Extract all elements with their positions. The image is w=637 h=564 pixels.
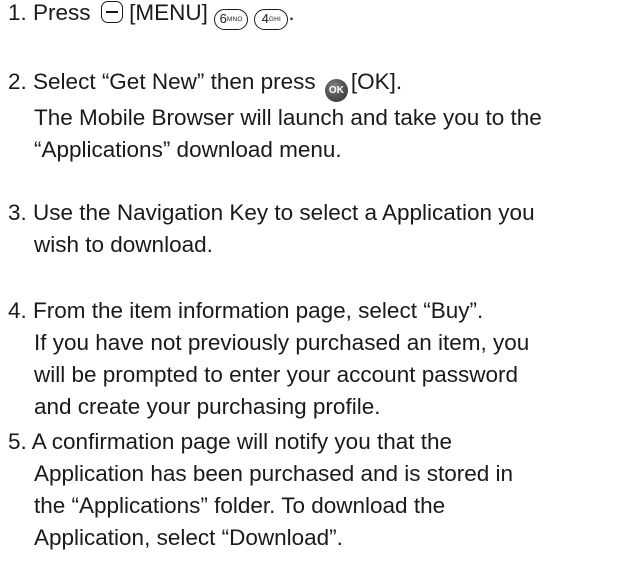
step-2: 2. Select “Get New” then press OK [OK]. T… [8, 66, 542, 166]
step-4-line-4: and create your purchasing profile. [34, 394, 381, 419]
step-2-line-1: 2. Select “Get New” then press OK [OK]. [8, 66, 542, 102]
step-3-line-1: 3. Use the Navigation Key to select a Ap… [8, 200, 535, 225]
step-4-line-3: will be prompted to enter your account p… [34, 362, 519, 387]
step-number: 2. [8, 69, 27, 94]
step-2-line-2: The Mobile Browser will launch and take … [34, 105, 542, 130]
step-number: 4. [8, 298, 27, 323]
left-soft-key-icon [100, 1, 123, 23]
key-6-mno-icon: 6MNO [214, 9, 249, 30]
step-5-line-2: Application has been purchased and is st… [34, 461, 514, 486]
step-5-line-1: 5. A confirmation page will notify you t… [8, 429, 453, 454]
menu-label: [MENU] [129, 0, 208, 25]
step-5-line-4: Application, select “Download”. [34, 525, 343, 550]
ok-key-icon: OK [324, 79, 348, 102]
step-4-line-2: If you have not previously purchased an … [34, 330, 530, 355]
step-5-line-3: the “Applications” folder. To download t… [34, 493, 446, 518]
step-1: 1. Press [MENU] 6MNO 4GHI. [8, 0, 295, 30]
step-number: 3. [8, 200, 27, 225]
step-1-line: 1. Press [MENU] 6MNO 4GHI. [8, 0, 295, 30]
step-2-line-3: “Applications” download menu. [34, 137, 342, 162]
instruction-page: 1. Press [MENU] 6MNO 4GHI. 2. Select “Ge… [0, 0, 637, 564]
step-3-line-2: wish to download. [34, 232, 213, 257]
step-number: 5. [8, 429, 27, 454]
step-number: 1. [8, 0, 27, 25]
step-text: Press [33, 0, 91, 25]
step-5: 5. A confirmation page will notify you t… [8, 426, 513, 554]
step-4: 4. From the item information page, selec… [8, 295, 529, 423]
key-4-ghi-icon: 4GHI [254, 9, 289, 30]
step-4-line-1: 4. From the item information page, selec… [8, 298, 484, 323]
step-3: 3. Use the Navigation Key to select a Ap… [8, 197, 535, 261]
